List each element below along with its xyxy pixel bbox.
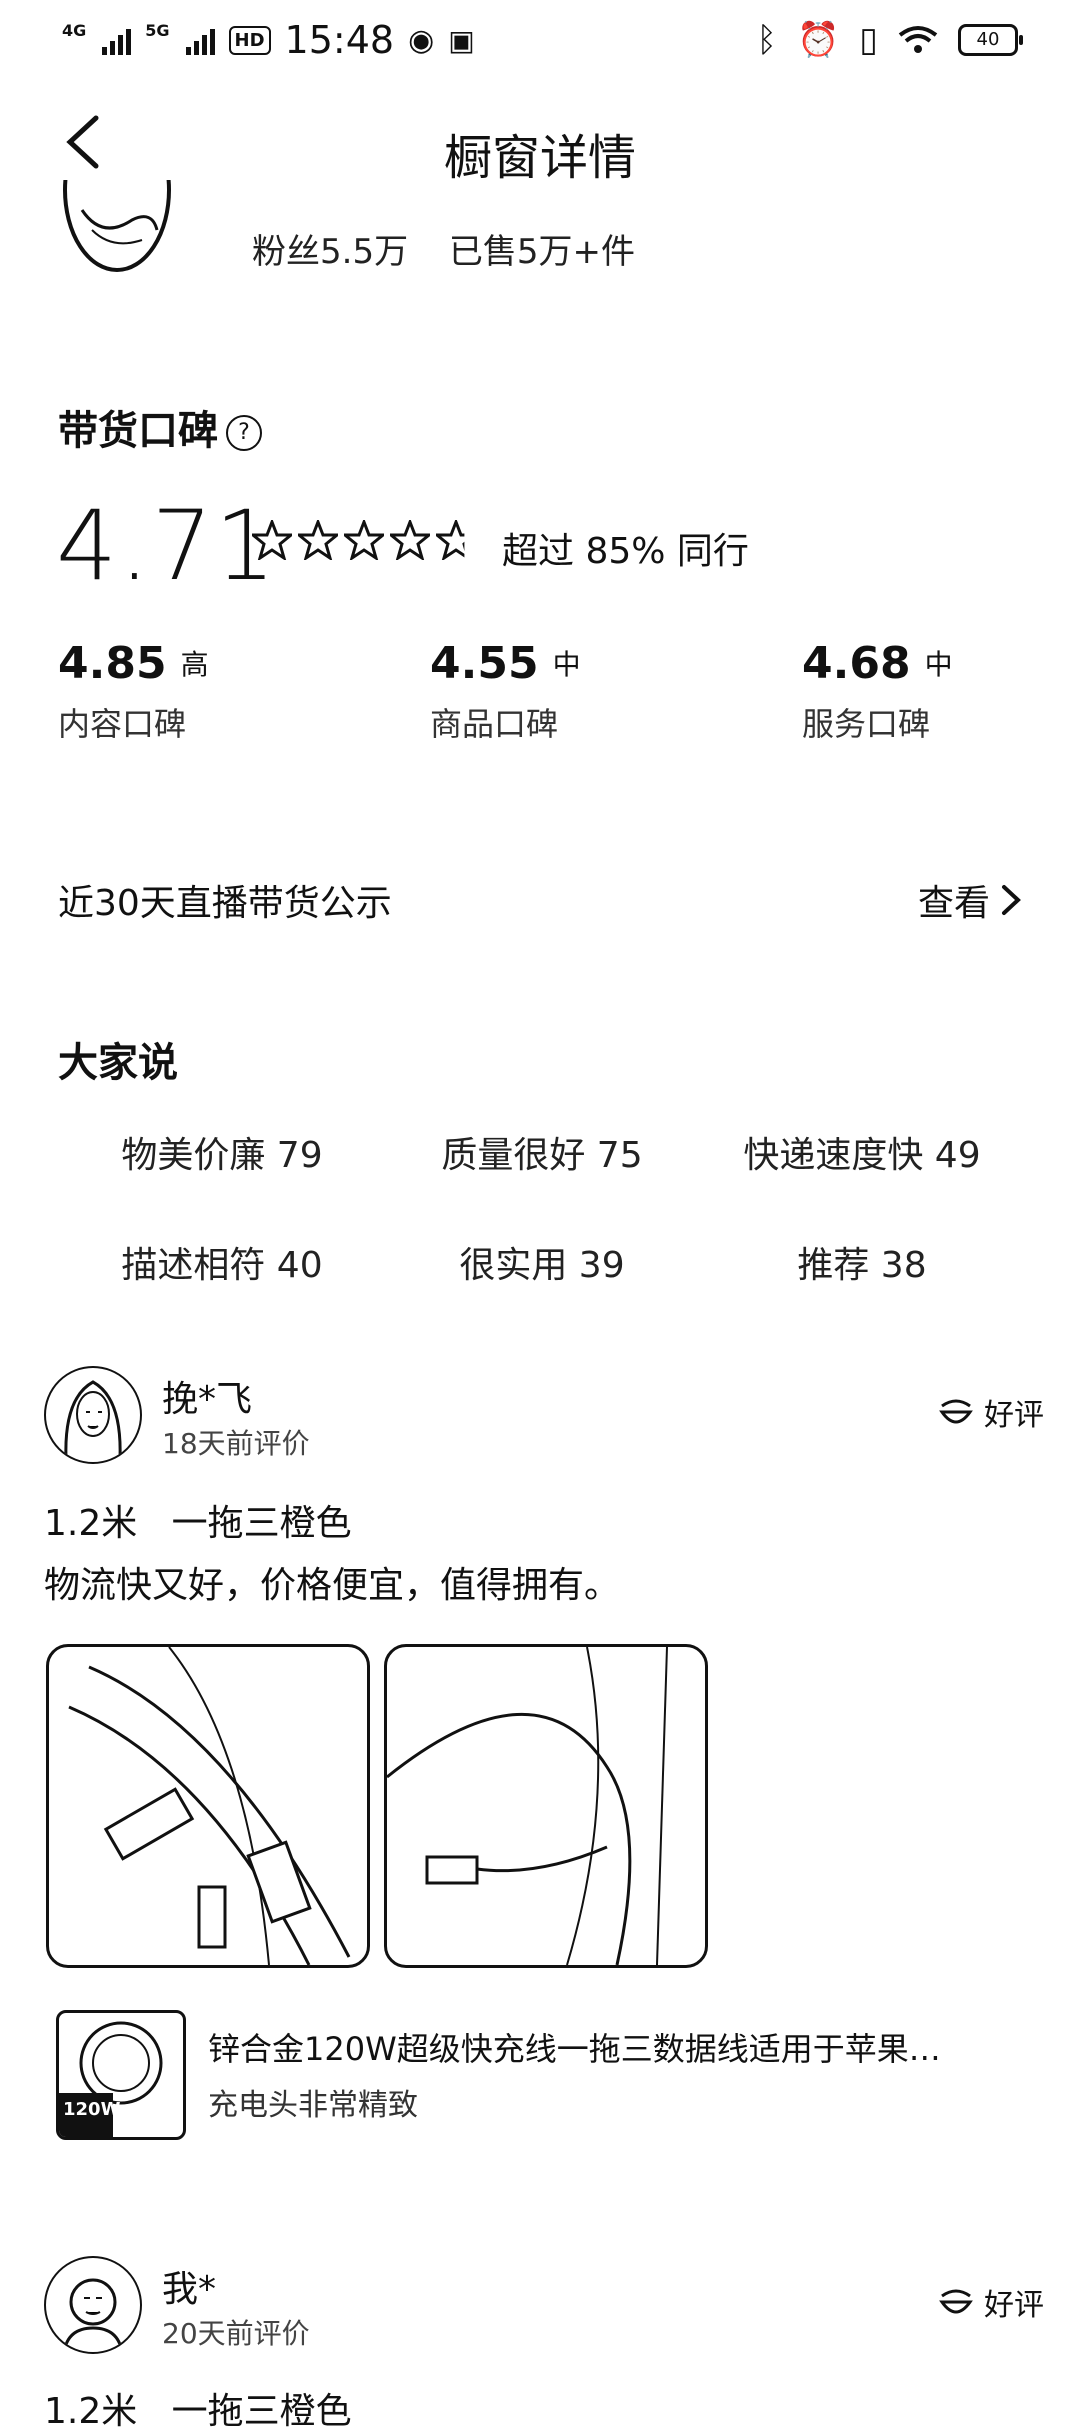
live-disclosure-label: 近30天直播带货公示 [58,883,392,924]
review-photo[interactable] [46,1644,370,1968]
review-time: 20天前评价 [162,2317,310,2350]
view-button[interactable]: 查看 [918,874,1022,926]
notification-icon: ▣ [448,23,475,57]
good-review-badge: 好评 [936,1390,1044,1434]
sub-score-label: 内容口碑 [58,705,187,743]
review-spec: 1.2米 一拖三橙色 [44,1503,352,1544]
good-review-label: 好评 [984,2288,1044,2323]
sold-count: 已售5万+件 [448,232,636,272]
star-icon [390,520,430,560]
signal-icon-2 [185,25,215,55]
sub-score-product: 4.55 中 商品口碑 [430,638,750,745]
reputation-score: 4.71 [56,490,278,602]
bluetooth-icon: ᛒ [756,20,777,60]
sub-score-level: 中 [924,648,953,681]
live-disclosure-row[interactable]: 近30天直播带货公示 查看 [58,874,1022,924]
reviewer-avatar[interactable] [44,2256,142,2354]
smile-icon [939,2289,973,2314]
star-icon [436,520,465,560]
sub-score-content: 4.85 高 内容口碑 [58,638,378,745]
reputation-title-row: 带货口碑? [58,398,262,456]
clock: 15:48 [284,18,395,62]
sub-score-service: 4.68 中 服务口碑 [802,638,1080,745]
star-rating [252,520,476,560]
alarm-icon: ⏰ [796,20,840,60]
review-time: 18天前评价 [162,1427,310,1460]
tag-chip[interactable]: 物美价廉 79 [62,1126,382,1178]
shop-avatar[interactable] [62,180,172,280]
tag-chip[interactable]: 推荐 38 [702,1236,1022,1288]
everyone-says-title: 大家说 [58,1040,178,1086]
review-photo[interactable] [384,1644,708,1968]
beat-peers-text: 超过 85% 同行 [502,531,749,572]
sub-score-value: 4.55 [430,638,539,689]
wifi-icon [898,26,938,53]
thumb-label: 120W [63,2099,121,2120]
star-icon [344,520,384,560]
review-text: 物流快又好，价格便宜，值得拥有。 [44,1565,621,1606]
tag-chip[interactable]: 很实用 39 [382,1236,702,1288]
good-review-badge: 好评 [936,2280,1044,2324]
signal-icon [102,25,132,55]
chevron-right-icon [1002,885,1021,915]
product-card[interactable]: 120W 锌合金120W超级快充线一拖三数据线适用于苹果… 充电头非常精致 [56,2010,1026,2140]
product-thumbnail: 120W [56,2010,186,2140]
shop-stats: 粉丝5.5万 已售5万+件 [252,224,665,273]
tag-chip[interactable]: 描述相符 40 [62,1236,382,1288]
review-photos [46,1644,708,1968]
review-header: 我* 20天前评价 好评 [44,2256,1044,2356]
reviewer-name: 挽*飞 [162,1379,253,1420]
sub-score-value: 4.68 [802,638,911,689]
status-bar: 4G 5G HD 15:48 ◉ ▣ ᛒ ⏰ ▯ 40 [0,0,1080,80]
wechat-icon: ◉ [408,22,435,58]
star-icon [252,520,292,560]
sub-score-level: 高 [180,648,209,681]
smile-icon [939,1399,973,1424]
tag-chip[interactable]: 质量很好 75 [382,1126,702,1178]
product-subtitle: 充电头非常精致 [208,2088,418,2123]
reviewer-avatar[interactable] [44,1366,142,1464]
battery-icon: 40 [958,24,1023,56]
tag-chip[interactable]: 快递速度快 49 [702,1126,1022,1178]
star-icon [298,520,338,560]
sub-score-label: 商品口碑 [430,705,559,743]
fans-count: 粉丝5.5万 [252,232,409,272]
reviewer-name: 我* [162,2269,217,2310]
review-spec: 1.2米 一拖三橙色 [44,2391,352,2432]
reputation-title: 带货口碑 [58,408,218,454]
network-label-1: 4G [62,20,87,40]
view-label: 查看 [917,883,990,924]
battery-level: 40 [976,29,1000,50]
sub-score-label: 服务口碑 [802,705,931,743]
good-review-label: 好评 [984,1398,1044,1433]
vibrate-icon: ▯ [859,20,878,60]
sub-score-value: 4.85 [58,638,167,689]
product-title: 锌合金120W超级快充线一拖三数据线适用于苹果… [208,2030,941,2068]
sub-score-level: 中 [552,648,581,681]
page-title: 橱窗详情 [443,130,636,186]
help-icon[interactable]: ? [226,415,262,451]
network-label-2: 5G [145,20,170,40]
hd-icon: HD [228,25,271,55]
review-header: 挽*飞 18天前评价 好评 [44,1366,1044,1466]
